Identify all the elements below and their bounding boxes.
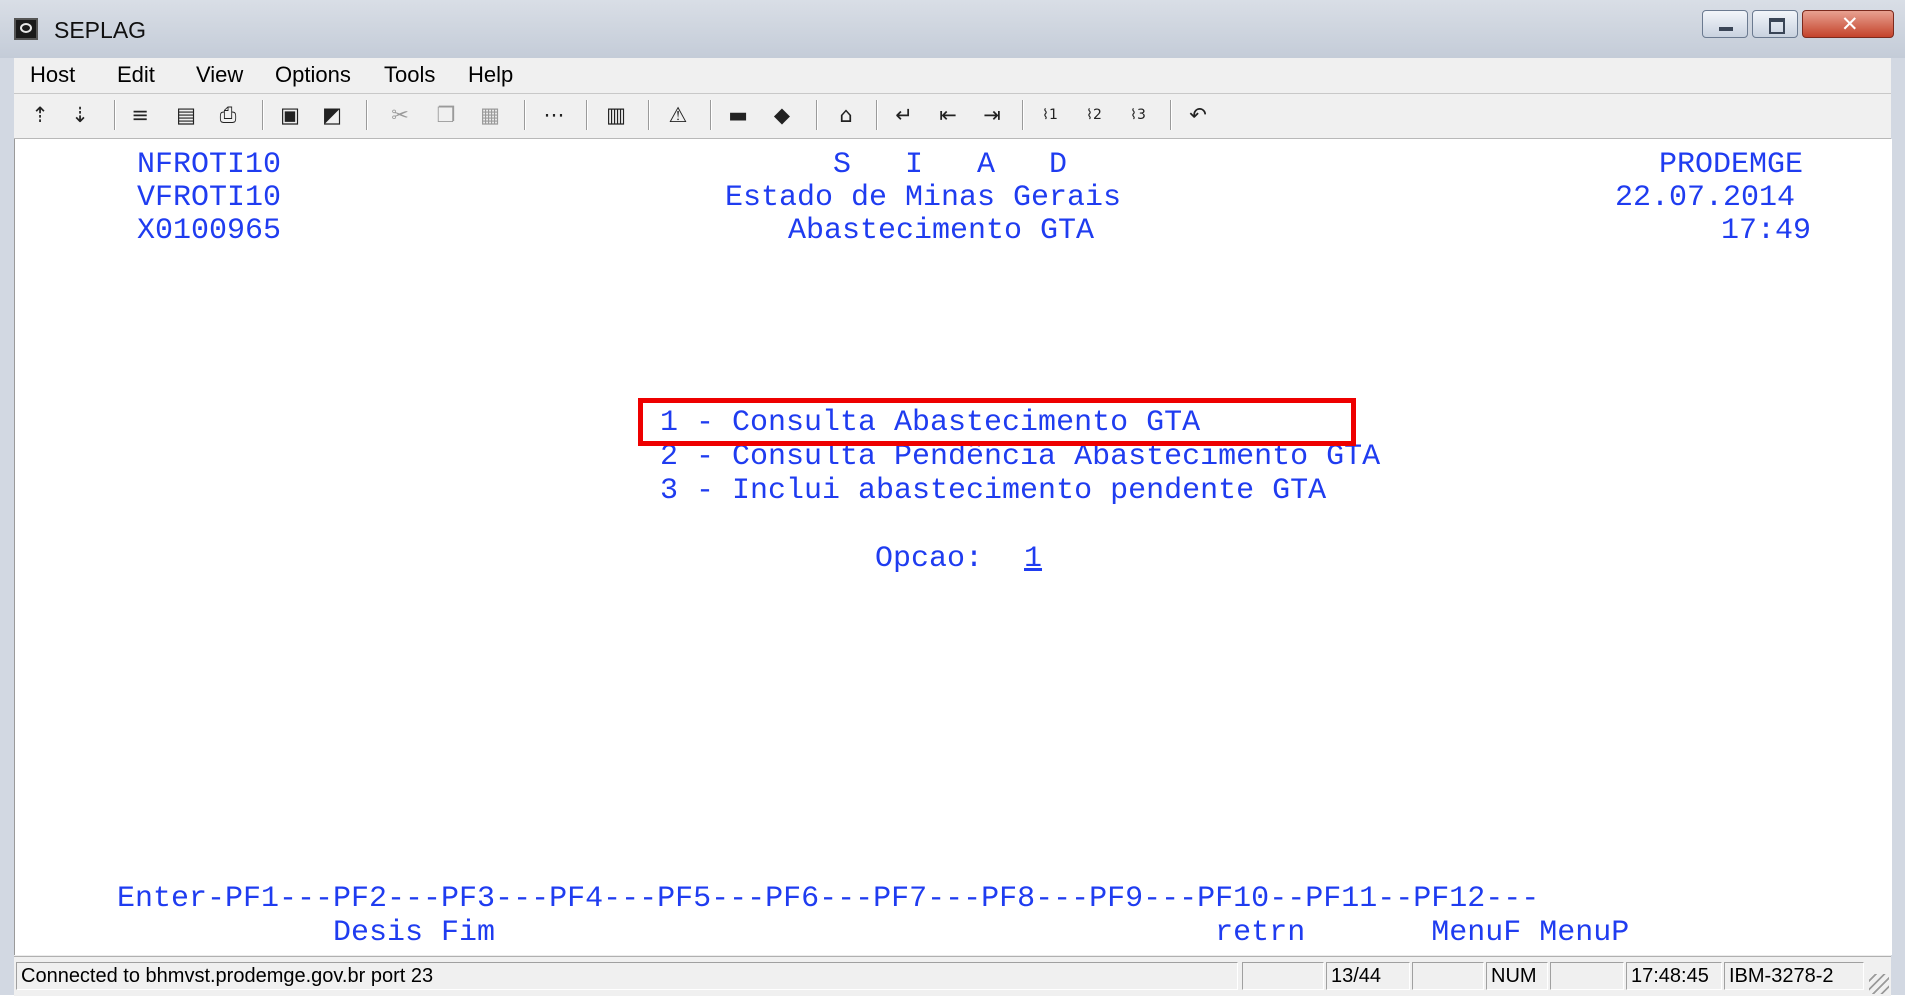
- transaction-id: VFROTI10: [137, 181, 282, 215]
- pa2-icon[interactable]: ⌇2: [1080, 101, 1108, 129]
- menu-tools[interactable]: Tools: [384, 62, 435, 88]
- pa1-icon[interactable]: ⌇1: [1036, 101, 1064, 129]
- pf-labels-line: Desis Fim retrn MenuF MenuP: [117, 916, 1630, 950]
- menu-edit[interactable]: Edit: [117, 62, 155, 88]
- keypad-icon[interactable]: ⋯: [540, 101, 568, 129]
- company-name: PRODEMGE: [1659, 148, 1804, 182]
- eraser-icon[interactable]: ◆: [768, 101, 796, 129]
- system-name: S I A D: [833, 148, 1068, 182]
- option-highlight-box: [638, 398, 1356, 446]
- state-name: Estado de Minas Gerais: [725, 181, 1122, 215]
- status-bar: Connected to bhmvst.prodemge.gov.br port…: [14, 956, 1891, 996]
- screen-title: Abastecimento GTA: [788, 214, 1095, 248]
- undo-icon[interactable]: ↶: [1184, 101, 1212, 129]
- user-id: X0100965: [137, 214, 282, 248]
- status-time: 17:48:45: [1626, 962, 1722, 990]
- status-empty-2: [1412, 962, 1484, 990]
- warning-icon[interactable]: ⚠: [664, 101, 692, 129]
- open-session-icon[interactable]: ◩: [318, 101, 346, 129]
- menu-view[interactable]: View: [196, 62, 243, 88]
- menu-bar: Host Edit View Options Tools Help: [14, 58, 1891, 94]
- printer-icon[interactable]: ⎙: [214, 101, 242, 129]
- save-session-icon[interactable]: ▣: [276, 101, 304, 129]
- print-screen-icon[interactable]: ▤: [172, 101, 200, 129]
- program-id: NFROTI10: [137, 148, 282, 182]
- menu-help[interactable]: Help: [468, 62, 513, 88]
- toolbar: ⇡ ⇣ ≡ ▤ ⎙ ▣ ◩ ✂ ❐ ▦ ⋯ ▥ ⚠ ▬ ◆ ⌂ ↵ ⇤ ⇥ ⌇1…: [14, 94, 1891, 139]
- chart-icon[interactable]: ▥: [602, 101, 630, 129]
- num-lock-indicator: NUM: [1486, 962, 1548, 990]
- receive-file-icon[interactable]: ⇣: [66, 101, 94, 129]
- menu-option-3[interactable]: 3 - Inclui abastecimento pendente GTA: [660, 475, 1326, 507]
- resize-grip[interactable]: [1869, 974, 1889, 994]
- enter-icon[interactable]: ↵: [890, 101, 918, 129]
- close-button[interactable]: ✕: [1802, 10, 1894, 38]
- terminal-screen[interactable]: NFROTI10 VFROTI10 X0100965 S I A D Estad…: [14, 139, 1892, 955]
- status-empty-3: [1550, 962, 1624, 990]
- connection-status: Connected to bhmvst.prodemge.gov.br port…: [16, 962, 1238, 990]
- send-file-icon[interactable]: ⇡: [26, 101, 54, 129]
- window-border-left: [0, 58, 14, 995]
- close-icon: ✕: [1841, 12, 1859, 36]
- paste-icon[interactable]: ▦: [476, 101, 504, 129]
- current-date: 22.07.2014: [1615, 181, 1796, 215]
- opcao-label: Opcao:: [875, 542, 984, 576]
- cursor-position: 13/44: [1326, 962, 1410, 990]
- tab-forward-icon[interactable]: ⇥: [978, 101, 1006, 129]
- current-time: 17:49: [1721, 214, 1812, 248]
- home-icon[interactable]: ⌂: [832, 101, 860, 129]
- terminal-window: SEPLAG ✕ Host Edit View Options Tools He…: [0, 0, 1905, 996]
- terminal-app-icon[interactable]: [14, 18, 38, 40]
- status-empty-1: [1242, 962, 1324, 990]
- menu-host[interactable]: Host: [30, 62, 75, 88]
- cut-icon[interactable]: ✂: [386, 101, 414, 129]
- window-border-right: [1891, 58, 1905, 995]
- tab-back-icon[interactable]: ⇤: [934, 101, 962, 129]
- terminal-type: IBM-3278-2: [1724, 962, 1864, 990]
- menu-options[interactable]: Options: [275, 62, 351, 88]
- maximize-button[interactable]: [1752, 10, 1798, 38]
- copy-icon[interactable]: ❐: [432, 101, 460, 129]
- minimize-button[interactable]: [1702, 10, 1748, 38]
- pf-keys-line: Enter-PF1---PF2---PF3---PF4---PF5---PF6-…: [117, 882, 1540, 916]
- display-icon[interactable]: ▬: [724, 101, 752, 129]
- window-title: SEPLAG: [54, 17, 147, 43]
- title-bar[interactable]: SEPLAG ✕: [0, 0, 1905, 59]
- opcao-input[interactable]: 1: [1024, 543, 1042, 575]
- run-macro-icon[interactable]: ≡: [126, 101, 154, 129]
- pa3-icon[interactable]: ⌇3: [1124, 101, 1152, 129]
